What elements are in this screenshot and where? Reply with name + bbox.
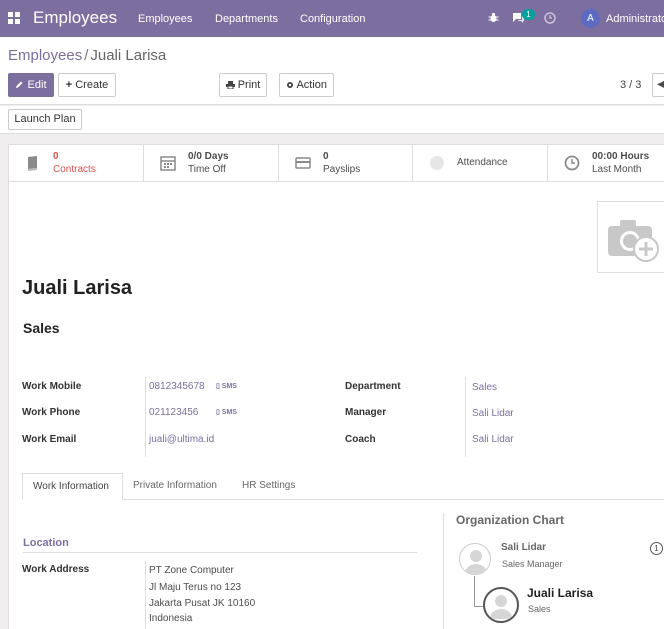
bug-icon[interactable] <box>488 12 499 23</box>
work-phone-value[interactable]: 021123456 <box>149 407 198 418</box>
form-statusbar: Launch Plan <box>0 106 664 134</box>
action-button[interactable]: Action <box>279 73 334 97</box>
menu-employees[interactable]: Employees <box>138 13 192 25</box>
edit-button-label: Edit <box>27 79 47 91</box>
sms-label: SMS <box>221 383 237 390</box>
print-button[interactable]: Print <box>219 73 267 97</box>
menu-configuration[interactable]: Configuration <box>300 13 365 25</box>
pager-previous-button[interactable]: ◀ <box>652 73 664 97</box>
department-value[interactable]: Sales <box>472 382 497 393</box>
pager-value[interactable]: 3 / 3 <box>620 79 641 91</box>
hours-smart-button[interactable]: 00:00 Hours Last Month <box>548 145 664 181</box>
work-phone-sms-button[interactable]: ▯ SMS <box>216 408 237 416</box>
contracts-label: Contracts <box>53 164 96 175</box>
payslips-count: 0 <box>323 151 329 162</box>
employee-job-title[interactable]: Sales <box>23 320 60 336</box>
user-menu[interactable]: Administrator <box>606 13 664 25</box>
breadcrumb: Employees / Juali Larisa <box>8 47 166 64</box>
sms-label: SMS <box>221 409 237 416</box>
menu-departments[interactable]: Departments <box>215 13 278 25</box>
hours-label: Last Month <box>592 164 642 175</box>
chat-count-badge: 1 <box>522 9 535 20</box>
smart-button-box: 0 Contracts 0/0 Days Time Off 0 Payslips… <box>9 145 664 182</box>
org-chart-divider <box>443 513 444 629</box>
top-navbar: Employees Employees Departments Configur… <box>0 0 664 37</box>
manager-label: Manager <box>345 407 387 418</box>
work-mobile-value[interactable]: 0812345678 <box>149 381 205 392</box>
org-self-name: Juali Larisa <box>527 586 594 600</box>
hours-value: 00:00 Hours <box>592 151 650 162</box>
manager-value[interactable]: Sali Lidar <box>472 408 514 419</box>
gear-icon <box>286 82 293 88</box>
person-placeholder-icon <box>489 595 513 619</box>
app-title: Employees <box>33 8 118 27</box>
field-separator <box>145 561 146 629</box>
breadcrumb-separator: / <box>84 47 89 64</box>
work-email-label: Work Email <box>22 434 77 445</box>
payslips-smart-button[interactable]: 0 Payslips <box>279 145 413 181</box>
tab-private-information[interactable]: Private Information <box>123 473 227 500</box>
org-self-job: Sales <box>528 604 551 614</box>
work-mobile-label: Work Mobile <box>22 381 82 392</box>
employee-photo[interactable] <box>597 201 664 273</box>
contracts-smart-button[interactable]: 0 Contracts <box>9 145 144 181</box>
control-panel: Employees / Juali Larisa Edit + Create Pri… <box>0 37 664 105</box>
coach-label: Coach <box>345 434 376 445</box>
work-address-label: Work Address <box>22 564 90 575</box>
credit-card-icon <box>295 157 311 169</box>
form-sheet: 0 Contracts 0/0 Days Time Off 0 Payslips… <box>8 144 664 629</box>
attendance-smart-button[interactable]: Attendance <box>413 145 548 181</box>
breadcrumb-current: Juali Larisa <box>90 47 167 64</box>
org-chart-title: Organization Chart <box>456 513 565 527</box>
create-button[interactable]: + Create <box>58 73 116 97</box>
edit-button[interactable]: Edit <box>8 73 54 97</box>
self-avatar <box>483 587 519 623</box>
action-button-label: Action <box>296 79 328 91</box>
work-phone-label: Work Phone <box>22 407 81 418</box>
add-photo-camera-icon <box>608 220 659 262</box>
attendance-status-icon <box>430 156 444 170</box>
section-divider <box>23 552 417 553</box>
tab-hr-settings[interactable]: HR Settings <box>232 473 305 500</box>
time-off-value: 0/0 Days <box>188 151 229 162</box>
book-icon <box>28 156 37 171</box>
attendance-label: Attendance <box>457 157 508 168</box>
tab-work-information[interactable]: Work Information <box>22 473 123 500</box>
org-manager-job: Sales Manager <box>502 559 563 569</box>
field-separator <box>465 377 466 457</box>
user-avatar[interactable]: A <box>581 9 600 28</box>
plus-icon: + <box>65 79 73 91</box>
create-button-label: Create <box>75 79 109 91</box>
address-line: Indonesia <box>149 613 193 624</box>
breadcrumb-parent[interactable]: Employees <box>8 47 82 64</box>
pencil-icon <box>16 81 23 88</box>
coach-value[interactable]: Sali Lidar <box>472 434 514 445</box>
payslips-label: Payslips <box>323 164 361 175</box>
print-button-label: Print <box>237 79 261 91</box>
org-manager-name[interactable]: Sali Lidar <box>501 542 546 553</box>
org-subordinates-count[interactable]: 1 <box>650 542 663 555</box>
address-line: Jakarta Pusat JK 10160 <box>149 598 256 609</box>
calendar-icon <box>160 156 176 171</box>
address-line: PT Zone Computer <box>149 565 234 576</box>
time-off-smart-button[interactable]: 0/0 Days Time Off <box>144 145 279 181</box>
org-connector-line <box>474 576 475 606</box>
contracts-count: 0 <box>53 151 59 162</box>
work-email-value[interactable]: juali@ultima.id <box>149 434 214 445</box>
activity-clock-icon[interactable] <box>544 12 556 24</box>
manager-avatar[interactable] <box>459 543 491 575</box>
person-placeholder-icon <box>464 550 488 574</box>
time-off-label: Time Off <box>188 164 226 175</box>
apps-menu-icon[interactable] <box>8 12 20 24</box>
print-icon <box>225 81 235 90</box>
chevron-left-icon: ◀ <box>657 79 664 90</box>
location-section-title: Location <box>23 537 69 549</box>
address-line: Jl Maju Terus no 123 <box>149 582 242 593</box>
employee-name[interactable]: Juali Larisa <box>22 277 132 300</box>
field-separator <box>145 377 146 457</box>
clock-icon <box>564 155 580 171</box>
work-mobile-sms-button[interactable]: ▯ SMS <box>216 382 237 390</box>
department-label: Department <box>345 381 401 392</box>
launch-plan-button[interactable]: Launch Plan <box>8 109 82 130</box>
